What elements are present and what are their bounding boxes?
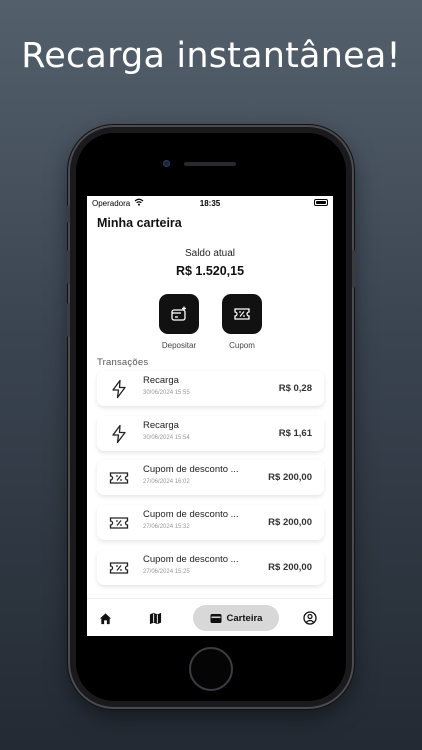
- transaction-date: 27/06/2024 15:32: [143, 524, 190, 530]
- status-bar: Operadora 18:35: [87, 196, 333, 210]
- front-camera: [163, 160, 170, 167]
- deposit-icon: [171, 306, 186, 321]
- nav-wallet[interactable]: Carteira: [193, 605, 279, 631]
- deposit-button[interactable]: [159, 294, 199, 334]
- home-icon: [99, 612, 111, 624]
- coupon-button[interactable]: [222, 294, 262, 334]
- transaction-amount: R$ 0,28: [278, 383, 312, 394]
- transaction-amount: R$ 200,00: [268, 517, 312, 528]
- balance-value: R$ 1.520,15: [175, 264, 245, 278]
- transaction-item[interactable]: Recarga 30/06/2024 15:54 R$ 1,61: [97, 416, 324, 451]
- lightning-icon: [112, 424, 126, 444]
- nav-wallet-label: Carteira: [226, 612, 263, 624]
- deposit-label: Depositar: [161, 341, 197, 350]
- headline: Recarga instantânea!: [21, 36, 401, 76]
- ticket-icon: [109, 517, 129, 529]
- transaction-item[interactable]: Cupom de desconto ... 27/06/2024 15:25 R…: [97, 550, 324, 585]
- transaction-date: 27/06/2024 15:25: [143, 569, 190, 575]
- page-title: Minha carteira: [97, 216, 182, 230]
- transaction-name: Cupom de desconto ...: [143, 509, 239, 520]
- transaction-name: Recarga: [143, 420, 179, 431]
- nav-map[interactable]: [145, 605, 165, 631]
- transaction-item[interactable]: Recarga 30/06/2024 15:55 R$ 0,28: [97, 371, 324, 406]
- power-button: [352, 250, 355, 288]
- volume-down-button: [67, 303, 70, 337]
- transaction-name: Cupom de desconto ...: [143, 554, 239, 565]
- profile-icon: [303, 611, 317, 625]
- transaction-item[interactable]: Cupom de desconto ... 27/06/2024 15:32 R…: [97, 505, 324, 540]
- coupon-label: Cupom: [229, 341, 255, 350]
- nav-home[interactable]: [95, 605, 115, 631]
- transaction-name: Cupom de desconto ...: [143, 464, 239, 475]
- nav-profile[interactable]: [300, 605, 320, 631]
- earpiece-speaker: [184, 162, 236, 166]
- mute-switch: [67, 205, 70, 223]
- transaction-amount: R$ 200,00: [268, 562, 312, 573]
- ticket-icon: [109, 472, 129, 484]
- transaction-name: Recarga: [143, 375, 179, 386]
- transaction-amount: R$ 200,00: [268, 472, 312, 483]
- status-time: 18:35: [199, 199, 221, 208]
- bottom-nav: Carteira: [87, 598, 333, 636]
- transaction-date: 30/06/2024 15:55: [143, 390, 190, 396]
- lightning-icon: [112, 379, 126, 399]
- battery-icon: [314, 199, 328, 206]
- map-icon: [149, 612, 161, 624]
- transactions-title: Transações: [97, 357, 149, 368]
- volume-up-button: [67, 250, 70, 284]
- transaction-date: 27/06/2024 16:02: [143, 479, 190, 485]
- app-screen: Operadora 18:35 Minha carteira Saldo atu…: [87, 196, 333, 636]
- balance-label: Saldo atual: [184, 248, 236, 259]
- transaction-date: 30/06/2024 15:54: [143, 435, 190, 441]
- ticket-icon: [234, 308, 250, 320]
- ticket-icon: [109, 562, 129, 574]
- transaction-item[interactable]: Cupom de desconto ... 27/06/2024 16:02 R…: [97, 460, 324, 495]
- home-button[interactable]: [189, 647, 233, 691]
- transaction-amount: R$ 1,61: [278, 428, 312, 439]
- wallet-icon: [210, 613, 222, 623]
